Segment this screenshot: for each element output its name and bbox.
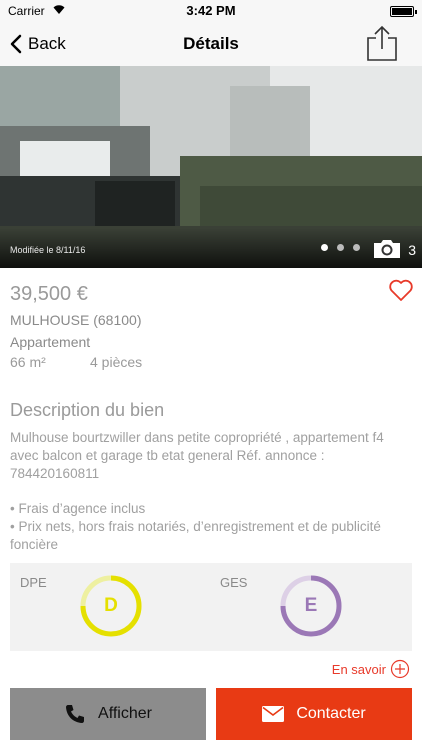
status-bar: Carrier 3:42 PM	[0, 0, 422, 22]
envelope-icon	[262, 706, 285, 722]
property-type: Appartement	[10, 334, 91, 350]
ges-label: GES	[220, 575, 248, 590]
learn-more-label: En savoir	[331, 661, 386, 677]
contact-label: Contacter	[296, 705, 366, 722]
ges-value: E	[304, 595, 318, 616]
page-dot[interactable]	[353, 244, 360, 251]
heart-icon[interactable]	[388, 278, 414, 302]
show-phone-button[interactable]: Afficher	[10, 688, 206, 740]
description-text: Mulhouse bourtzwiller dans petite coprop…	[10, 430, 384, 481]
fee-note-agency: • Frais d’agence inclus	[10, 501, 146, 516]
page-dot[interactable]	[337, 244, 344, 251]
camera-icon	[374, 240, 400, 258]
contact-button[interactable]: Contacter	[216, 688, 412, 740]
photo-count: 3	[408, 242, 416, 258]
energy-ratings: DPE D GES E	[10, 563, 412, 651]
room-count: 4 pièces	[90, 354, 143, 370]
clock: 3:42 PM	[186, 3, 236, 18]
navigation-bar: Back Détails	[0, 22, 422, 66]
surface-area: 66 m²	[10, 354, 46, 370]
page-dot[interactable]	[321, 244, 328, 251]
page-title: Détails	[183, 34, 239, 53]
fee-notes: • Frais d’agence inclus • Prix nets, hor…	[10, 500, 410, 554]
description-title: Description du bien	[10, 400, 165, 420]
page-indicator[interactable]	[321, 244, 360, 251]
phone-icon	[66, 705, 85, 723]
learn-more-link[interactable]: En savoir	[332, 659, 410, 679]
fee-note-prices: • Prix nets, hors frais notariés, d’enre…	[10, 519, 381, 552]
city: MULHOUSE (68100)	[10, 312, 142, 328]
modified-date: Modifiée le 8/11/16	[10, 245, 86, 255]
share-button[interactable]	[364, 24, 400, 62]
battery-icon	[390, 6, 417, 17]
plus-circle-icon	[390, 659, 410, 679]
ges-gauge: E	[278, 573, 344, 639]
show-phone-label: Afficher	[98, 705, 152, 722]
dpe-value: D	[104, 595, 118, 616]
dpe-label: DPE	[20, 575, 47, 590]
share-icon	[367, 25, 397, 61]
price: 39,500 €	[10, 283, 88, 305]
listing-photo[interactable]: Modifiée le 8/11/16 3	[0, 66, 422, 268]
dpe-gauge: D	[78, 573, 144, 639]
